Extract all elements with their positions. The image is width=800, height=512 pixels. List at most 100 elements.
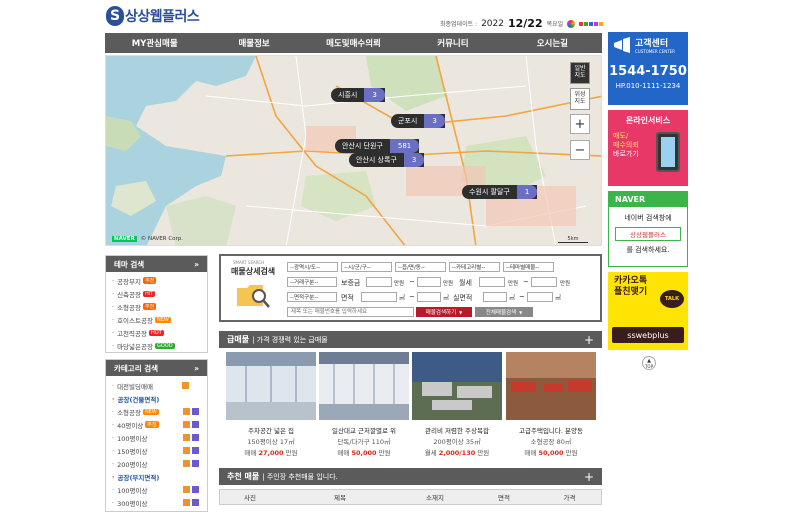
theme-item[interactable]: · 고천력공장 HOT [106,326,207,339]
category-item[interactable]: · 소형공장 NEW [106,405,207,418]
theme-item[interactable]: · 마당넓은공장 GOOD [106,339,207,352]
card-size: 단독/다가구 110㎡ [337,438,391,446]
urgent-card[interactable]: 주차공간 넓은 집 150평이상 17㎡ 매매 27,000 만원 [226,352,316,457]
area-label: 면적 [341,294,354,302]
nav-community[interactable]: 커뮤니티 [403,33,502,53]
category-item[interactable]: · 200평이상 [106,457,207,470]
area-type-select[interactable]: --면적구분-- [287,292,337,302]
nav-directions[interactable]: 오시는길 [503,33,602,53]
map-cluster-gunpo[interactable]: 군포시 3 [391,114,445,128]
category-list: · 대전빌딩매매 · 공장(건물면적) · 소형공장 NEW · 40평이상 추천 · 100평이상 ·… [106,376,207,509]
bullet-icon: · [112,394,115,403]
site-logo[interactable]: S 상상웹플러스 [106,5,200,27]
monthly-min-input[interactable] [479,277,505,287]
category-search-box: 카테고리 검색 » · 대전빌딩매매 · 공장(건물면적) · 소형공장 NEW · 40평이상… [105,359,208,512]
count-icon [183,486,190,493]
updated-label: 최종업데이트 : [440,21,478,28]
theme-search-header[interactable]: 테마 검색 » [106,256,207,272]
keyword-input[interactable] [287,307,414,317]
map-type-normal-button[interactable]: 일반 지도 [570,62,590,84]
category-group[interactable]: · 공장(건물면적) [106,392,207,405]
category-group[interactable]: · 공장(부지면적) [106,470,207,483]
monthly-max-input[interactable] [531,277,557,287]
theme-item[interactable]: · 신축공장 HIT [106,287,207,300]
cluster-count: 3 [403,153,425,167]
theme-select[interactable]: --테마별매물-- [503,262,554,272]
kakao-banner[interactable]: 카카오톡 플친맺기 TALK sswebplus [608,272,688,350]
customer-center-banner[interactable]: 고객센터 CUSTOMER CENTER 1544-1750 HP.010-11… [608,32,688,105]
category-item[interactable]: · 100평이상 [106,431,207,444]
nav-listings[interactable]: 매물정보 [204,33,303,53]
urgent-card[interactable]: 관리비 저렴한 주상복합 200평이상 35㎡ 월세 2,000/130 만원 [412,352,502,457]
area-max-input[interactable] [417,292,441,302]
color-dot[interactable] [579,21,584,26]
zoom-in-button[interactable]: + [570,114,590,134]
area-min-input[interactable] [361,292,397,302]
real-area-tilde: ~ [519,293,525,301]
color-dot[interactable] [584,21,589,26]
scroll-top-button[interactable]: ▲ TOP [642,356,656,370]
deposit-max-unit: 만원 [443,281,454,287]
deal-type-select[interactable]: --거래구분-- [287,277,337,287]
bullet-icon: · [112,315,115,324]
cluster-count: 3 [424,114,445,128]
map-cluster-siheung[interactable]: 시흥시 3 [331,88,385,102]
urgent-card[interactable]: 일산대교 근처깔별로 위 단독/다가구 110㎡ 매매 50,000 만원 [319,352,409,457]
bullet-icon: · [112,446,115,455]
category-label: 공장(부지면적) [117,473,160,482]
category-search-header[interactable]: 카테고리 검색 » [106,360,207,376]
real-area-min-input[interactable] [483,292,507,302]
color-dot[interactable] [594,21,599,26]
map-type-satellite-button[interactable]: 위성 지도 [570,88,590,110]
logo-mark: S [106,6,124,26]
urgent-card[interactable]: 고급주택입니다. 분양동 소형공장 80㎡ 매매 50,000 만원 [506,352,596,457]
property-map[interactable]: 시흥시 3 군포시 3 안산시 단원구 581 안산시 상록구 3 수원시 팔달… [105,55,602,246]
color-wheel-icon [567,19,576,28]
nav-my-favorites[interactable]: MY관심매물 [105,33,204,53]
urgent-more-button[interactable]: + [584,333,594,347]
all-listings-button[interactable]: 전체매물검색 ▼ [475,307,533,317]
real-area-max-input[interactable] [527,292,553,302]
real-area-min-unit: ㎡ [509,295,516,302]
bullet-icon: · [112,485,115,494]
search-button[interactable]: 매물검색하기 ▼ [416,307,472,317]
naver-search-banner[interactable]: NAVER 네이버 검색창에 상상웹플러스 를 검색하세요. [608,191,688,267]
theme-item[interactable]: · 소형공장 추천 [106,300,207,313]
category-label: 40평이상 [117,421,144,430]
category-item[interactable]: · 대전빌딩매매 [106,379,207,392]
cs-phone: 1544-1750 [609,64,687,79]
count-icon [183,447,190,454]
province-select[interactable]: --광역시/도-- [287,262,338,272]
bullet-icon: · [112,289,115,298]
deposit-min-input[interactable] [366,277,392,287]
city-select[interactable]: --시/군/구-- [341,262,392,272]
count-icon [192,486,199,493]
card-title: 주차공간 넓은 집 [248,427,294,435]
search-caption: SMART SEARCH [233,260,265,265]
nav-buy-sell-request[interactable]: 매도및매수의뢰 [304,33,403,53]
color-dot[interactable] [599,21,604,26]
zoom-out-button[interactable]: − [570,140,590,160]
theme-search-title: 테마 검색 [114,259,145,269]
category-item[interactable]: · 40평이상 추천 [106,418,207,431]
deposit-max-input[interactable] [417,277,441,287]
map-cluster-ansan-sangnok[interactable]: 안산시 상록구 3 [349,153,425,167]
category-item[interactable]: · 300평이상 [106,496,207,509]
category-item[interactable]: · 150평이상 [106,444,207,457]
online-line1: 매도/ [613,132,629,140]
category-item[interactable]: · 100평이상 [106,483,207,496]
map-cluster-ansan-danwon[interactable]: 안산시 단원구 581 [335,139,420,153]
color-dot[interactable] [589,21,594,26]
online-line3: 바로가기 [613,150,639,159]
card-price: 매매 50,000 만원 [524,449,578,457]
online-service-banner[interactable]: 온라인서비스 매도/ 매수의뢰 바로가기 [608,110,688,186]
deposit-tilde: ~ [409,278,415,286]
category-select[interactable]: --카테고리별-- [449,262,500,272]
recommend-more-button[interactable]: + [584,470,594,484]
map-cluster-suwon-paldal[interactable]: 수원시 팔달구 1 [462,185,538,199]
theme-item[interactable]: · 공장부지 추천 [106,274,207,287]
theme-item[interactable]: · 호이스트공장 NEW [106,313,207,326]
cs-title: 고객센터 [635,39,669,49]
theme-list: · 공장부지 추천 · 신축공장 HIT · 소형공장 추천 · 호이스트공장 NEW · 고천력공장 HO… [106,272,207,352]
town-select[interactable]: --읍/면/동-- [395,262,446,272]
